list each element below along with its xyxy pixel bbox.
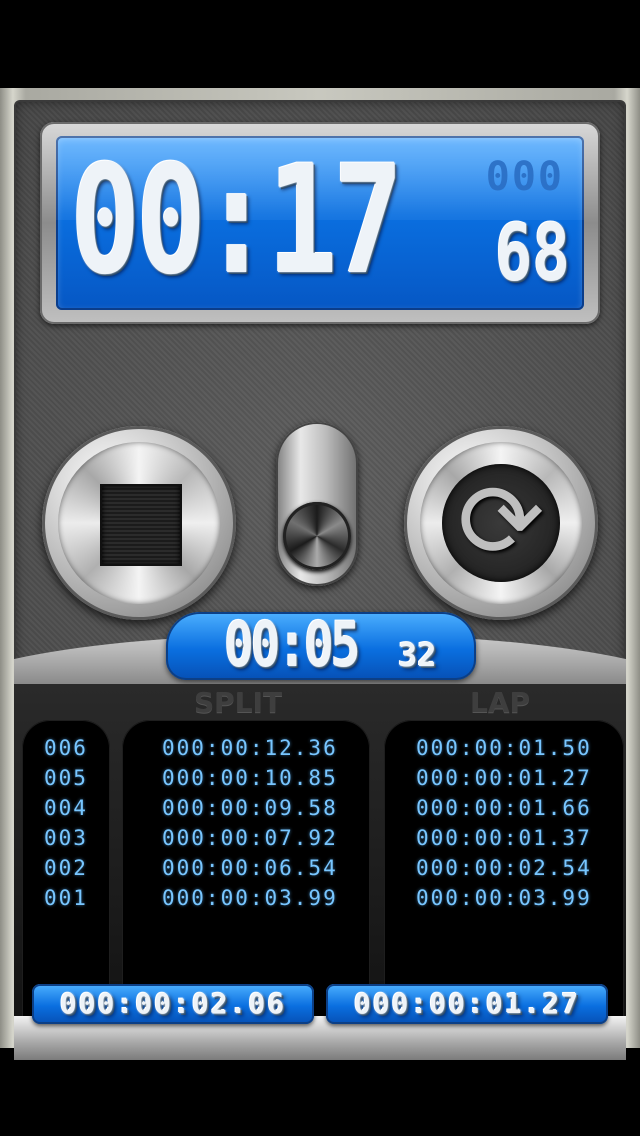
split-time-value: 000:00:07.92 <box>162 826 338 850</box>
split-time-value: 000:00:10.85 <box>162 766 338 790</box>
footer-left-time: 000:00:02.06 <box>59 987 287 1020</box>
lap-number: 005 <box>44 766 88 790</box>
footer-right-display: 000:00:01.27 <box>326 984 608 1024</box>
lap-number: 003 <box>44 826 88 850</box>
lap-number: 004 <box>44 796 88 820</box>
main-display: 00:17 000 68 <box>56 136 584 310</box>
toggle-knob[interactable] <box>283 502 351 570</box>
lap-time-value: 000:00:01.27 <box>416 766 592 790</box>
main-display-frame: 00:17 000 68 <box>40 122 600 324</box>
laps-panel: SPLIT LAP 006 005 004 003 002 001 000:00… <box>14 684 626 1032</box>
lap-time-value: 000:00:02.54 <box>416 856 592 880</box>
lap-time-value: 000:00:01.37 <box>416 826 592 850</box>
main-centiseconds: 68 <box>494 209 570 299</box>
lap-time-value: 000:00:03.99 <box>416 886 592 910</box>
stop-icon <box>100 484 182 566</box>
lap-time-value: 000:00:01.66 <box>416 796 592 820</box>
split-time-value: 000:00:06.54 <box>162 856 338 880</box>
toggle-switch[interactable] <box>276 422 358 586</box>
split-column-header: SPLIT <box>194 686 283 719</box>
split-time-value: 000:00:03.99 <box>162 886 338 910</box>
split-time-value: 000:00:12.36 <box>162 736 338 760</box>
footer-left-display: 000:00:02.06 <box>32 984 314 1024</box>
split-time-value: 000:00:09.58 <box>162 796 338 820</box>
footer-right-time: 000:00:01.27 <box>353 987 581 1020</box>
reset-icon: ⟳ <box>457 460 545 582</box>
main-time: 00:17 <box>70 136 403 308</box>
lap-number: 001 <box>44 886 88 910</box>
split-time: 00:05 <box>224 608 361 681</box>
reset-button[interactable]: ⟳ <box>404 426 598 620</box>
lap-time-value: 000:00:01.50 <box>416 736 592 760</box>
stopwatch-device: 00:17 000 68 ⟳ 00:05 32 SPLIT LAP 006 00… <box>0 88 640 1060</box>
lap-column-header: LAP <box>470 686 531 719</box>
lap-number: 002 <box>44 856 88 880</box>
stop-button[interactable] <box>42 426 236 620</box>
lap-number: 006 <box>44 736 88 760</box>
split-centiseconds: 32 <box>398 636 437 674</box>
main-milliseconds-ghost: 000 <box>485 154 564 200</box>
split-display: 00:05 32 <box>166 612 476 680</box>
